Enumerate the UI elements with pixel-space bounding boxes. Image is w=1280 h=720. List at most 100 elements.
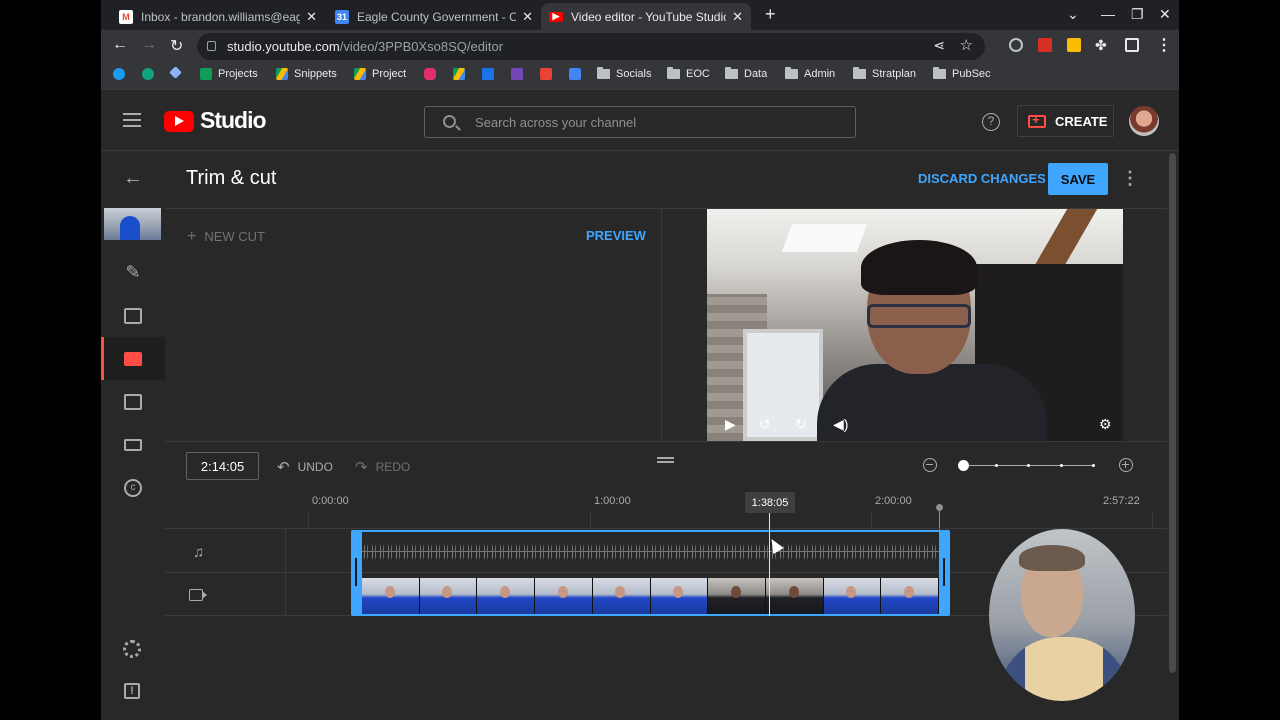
browser-menu-icon[interactable]: ⋮ [1156,35,1172,55]
pencil-icon: ✎ [125,262,141,282]
preview-button[interactable]: PREVIEW [586,228,646,243]
maximize-icon[interactable]: ❐ [1131,6,1144,23]
site-info-icon[interactable] [207,41,216,51]
close-icon[interactable]: ✕ [306,9,317,25]
close-icon[interactable]: ✕ [522,9,533,25]
back-to-content-button[interactable]: ← [101,157,165,200]
twitter-bookmark[interactable] [113,68,131,80]
menu-icon[interactable] [123,113,141,127]
undo-button[interactable]: ↶ UNDO [277,458,333,476]
minimize-icon[interactable]: — [1101,6,1115,22]
extension-icon[interactable] [1038,38,1052,52]
youtube-logo-icon[interactable] [164,111,194,132]
track-header: ♫ [165,529,286,573]
current-time-input[interactable]: 2:14:05 [186,452,259,480]
search-input[interactable]: Search across your channel [424,106,856,138]
extension-icon[interactable] [1009,38,1023,52]
instagram-icon [424,68,436,80]
undo-icon: ↶ [277,459,290,476]
bookmark-icon[interactable] [424,68,442,80]
forward-icon[interactable]: → [141,36,157,54]
bookmark-snippets[interactable]: Snippets [276,68,337,80]
folder-icon [667,67,680,79]
play-icon[interactable]: ▶ [725,416,736,433]
new-tab-button[interactable]: + [765,4,776,25]
bookmark-icon[interactable] [453,68,471,80]
openai-icon [142,68,154,80]
reload-icon[interactable]: ↻ [170,36,183,56]
zoom-slider-handle[interactable] [958,460,969,471]
video-player[interactable]: ▶ ↺ ↻ ◀) ⚙ [707,209,1123,441]
help-icon[interactable]: ? [982,113,1000,131]
rewind-10-icon[interactable]: ↺ [759,416,771,433]
tab-youtube-studio[interactable]: ▶ Video editor - YouTube Studio ✕ [541,3,751,30]
window-close-icon[interactable]: ✕ [1159,6,1171,23]
create-button[interactable]: CREATE [1017,105,1114,137]
browser-toolbar: ← → ↻ studio.youtube.com/video/3PPB0Xso8… [101,30,1179,62]
copyright-icon: c [124,478,142,497]
trim-selection[interactable] [351,530,950,616]
bookmark-icon[interactable] [569,68,587,80]
side-panel-icon[interactable] [1125,38,1139,52]
gemini-bookmark[interactable] [169,66,186,79]
feedback-icon[interactable]: ! [124,683,140,699]
tab-search-icon[interactable]: ⌄ [1067,6,1079,23]
redo-button[interactable]: ↷ REDO [355,458,410,476]
drive-icon [354,68,366,80]
nav-details[interactable]: ✎ [101,251,165,294]
tab-calendar[interactable]: 31 Eagle County Government - Cale ✕ [327,3,541,30]
bookmark-star-icon[interactable]: ☆ [960,36,973,54]
forms-icon [511,68,523,80]
discard-changes-button[interactable]: DISCARD CHANGES [918,171,1046,186]
video-thumbnail[interactable] [104,208,161,240]
speaker-hair [861,240,977,295]
back-icon[interactable]: ← [112,36,128,54]
tab-gmail[interactable]: M Inbox - brandon.williams@eagle ✕ [111,3,325,30]
music-note-icon: ♫ [193,544,205,561]
video-end-marker [936,504,943,511]
nav-comments[interactable] [101,380,165,423]
extensions-puzzle-icon[interactable]: ✤ [1095,37,1107,54]
nav-subtitles[interactable] [101,423,165,466]
zoom-out-icon[interactable] [923,458,937,472]
playhead[interactable] [769,513,770,616]
keep-icon[interactable] [1067,38,1081,52]
settings-gear-icon[interactable]: ⚙ [1099,416,1112,433]
webcam-overlay [989,529,1135,701]
close-icon[interactable]: ✕ [732,9,743,25]
share-icon[interactable]: ⋖ [933,37,945,54]
ruler-label: 0:00:00 [312,495,349,507]
folder-admin[interactable]: Admin [785,67,835,80]
bookmark-icon[interactable] [540,68,558,80]
settings-icon[interactable] [123,640,141,658]
folder-stratplan[interactable]: Stratplan [853,67,916,80]
bookmark-icon[interactable] [482,68,500,80]
trim-handle-right[interactable] [939,530,950,616]
nav-editor[interactable] [101,337,165,380]
folder-socials[interactable]: Socials [597,67,651,80]
chatgpt-bookmark[interactable] [142,68,160,80]
resize-handle-icon[interactable] [657,457,674,463]
folder-pubsec[interactable]: PubSec [933,67,991,80]
more-options-icon[interactable]: ⋮ [1121,168,1139,189]
nav-analytics[interactable] [101,294,165,337]
bookmark-projects[interactable]: Projects [200,68,258,80]
new-cut-button[interactable]: + NEW CUT [187,228,265,246]
folder-data[interactable]: Data [725,67,767,80]
comments-icon [124,393,142,410]
save-button[interactable]: SAVE [1048,163,1108,195]
scrollbar[interactable] [1169,153,1176,673]
forward-10-icon[interactable]: ↻ [795,416,807,433]
trim-handle-left[interactable] [351,530,362,616]
folder-eoc[interactable]: EOC [667,67,710,80]
cuts-panel: + NEW CUT PREVIEW [165,209,662,441]
volume-icon[interactable]: ◀) [833,416,848,433]
bookmark-icon[interactable] [511,68,529,80]
divider [165,441,1167,442]
zoom-in-icon[interactable] [1119,458,1133,472]
nav-copyright[interactable]: c [101,466,165,509]
bookmark-project[interactable]: Project [354,68,406,80]
avatar[interactable] [1129,106,1159,136]
address-bar[interactable]: studio.youtube.com/video/3PPB0Xso8SQ/edi… [197,33,985,60]
studio-logo-text[interactable]: Studio [200,107,267,134]
